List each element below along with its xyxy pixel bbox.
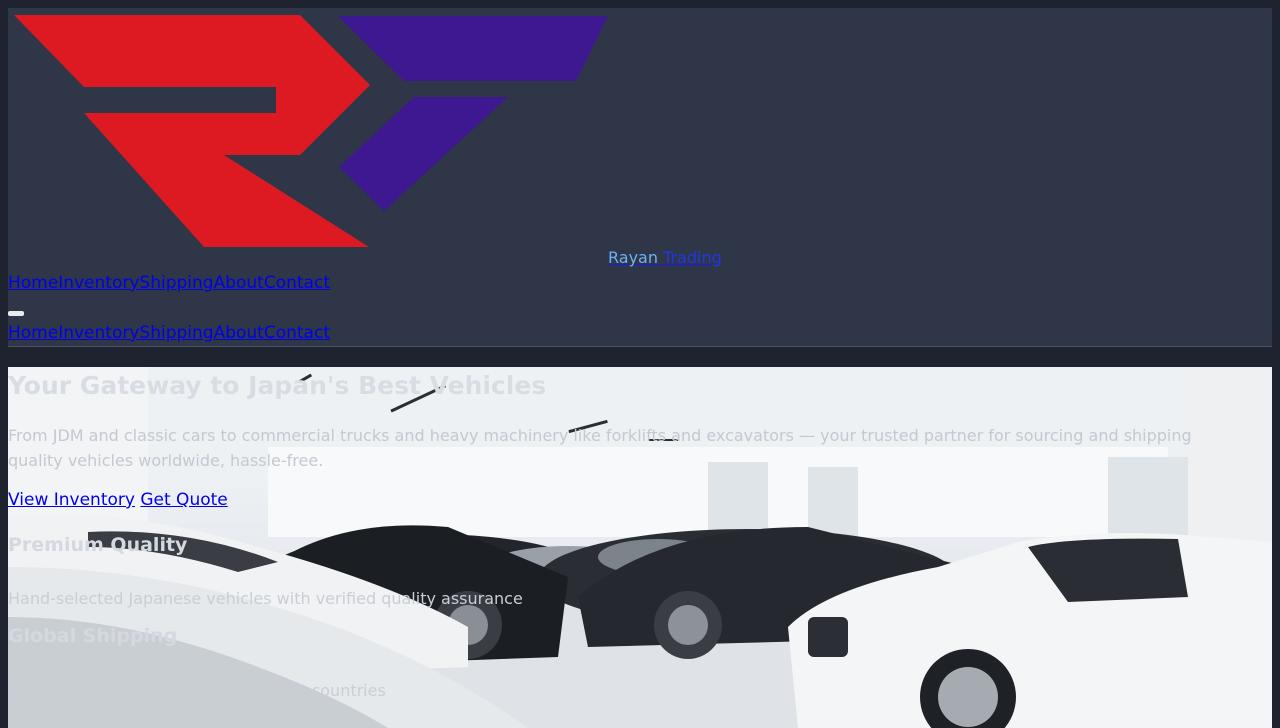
brand-name-second: Trading bbox=[657, 248, 722, 267]
hero-subtitle: From JDM and classic cars to commercial … bbox=[8, 426, 1192, 470]
get-quote-link[interactable]: Get Quote bbox=[140, 490, 227, 510]
mobile-nav-shipping[interactable]: Shipping bbox=[139, 323, 213, 343]
site-header: Rayan Trading HomeInventoryShippingAbout… bbox=[8, 8, 1272, 347]
nav-contact[interactable]: Contact bbox=[264, 273, 330, 293]
nav-inventory[interactable]: Inventory bbox=[58, 273, 139, 293]
main-nav: HomeInventoryShippingAboutContact bbox=[8, 273, 330, 293]
feature-desc-premium-quality: Hand-selected Japanese vehicles with ver… bbox=[8, 589, 523, 608]
mobile-nav-home[interactable]: Home bbox=[8, 323, 58, 343]
hero-cta-group: View Inventory Get Quote bbox=[8, 490, 228, 510]
feature-title-premium-quality: Premium Quality bbox=[8, 534, 188, 556]
feature-title-global-shipping: Global Shipping bbox=[8, 625, 178, 647]
hero-section: Your Gateway to Japan's Best Vehicles Fr… bbox=[8, 367, 1272, 728]
hero-title: Your Gateway to Japan's Best Vehicles bbox=[8, 371, 547, 400]
mobile-nav: HomeInventoryShippingAboutContact bbox=[8, 323, 330, 343]
logo-f-bottom bbox=[339, 97, 508, 211]
mobile-nav-contact[interactable]: Contact bbox=[264, 323, 330, 343]
mobile-nav-about[interactable]: About bbox=[214, 323, 264, 343]
feature-desc-global-shipping: Secure worldwide delivery to over 15 cou… bbox=[8, 681, 386, 700]
nav-home[interactable]: Home bbox=[8, 273, 58, 293]
mobile-nav-inventory[interactable]: Inventory bbox=[58, 323, 139, 343]
view-inventory-link[interactable]: View Inventory bbox=[8, 490, 135, 510]
nav-shipping[interactable]: Shipping bbox=[139, 273, 213, 293]
rayan-trading-logo[interactable] bbox=[14, 15, 608, 255]
page-frame: Rayan Trading HomeInventoryShippingAbout… bbox=[8, 8, 1272, 728]
showroom-background-image bbox=[8, 367, 1272, 728]
mobile-menu-button[interactable] bbox=[8, 311, 24, 316]
brand-name-first: Rayan bbox=[608, 248, 658, 267]
logo-f-top bbox=[338, 16, 608, 81]
brand-link[interactable]: Rayan Trading bbox=[608, 248, 722, 268]
nav-about[interactable]: About bbox=[214, 273, 264, 293]
logo-r-shape bbox=[14, 15, 370, 247]
